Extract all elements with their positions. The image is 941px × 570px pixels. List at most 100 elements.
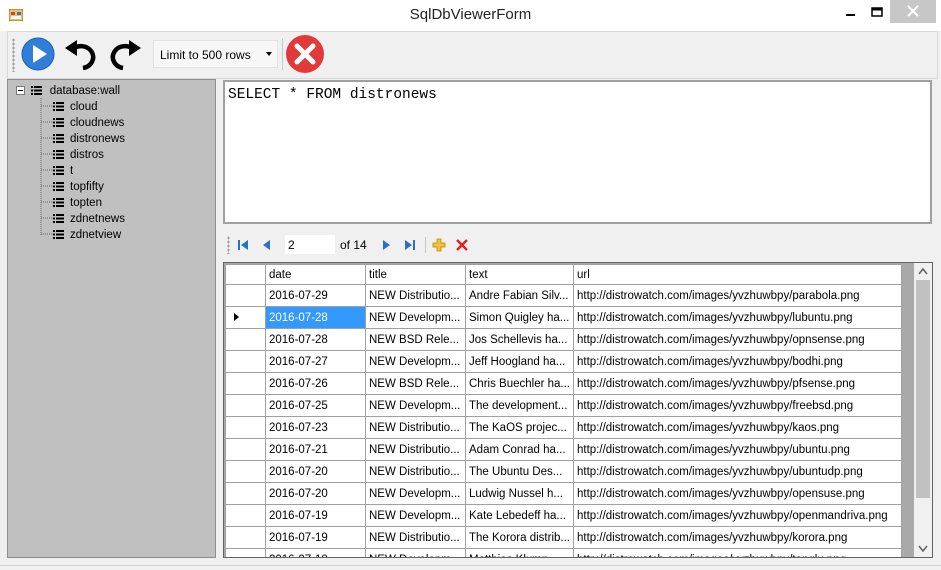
cell-url[interactable]: http://distrowatch.com/images/yvzhuwbpy/… [573, 328, 902, 351]
cell-date[interactable]: 2016-07-23 [265, 416, 366, 439]
cell-text[interactable]: Chris Buechler ha... [465, 372, 574, 395]
cell-title[interactable]: NEW Distributio... [365, 284, 466, 307]
cell-url[interactable]: http://distrowatch.com/images/yvzhuwbpy/… [573, 438, 902, 461]
maximize-icon[interactable] [864, 4, 890, 24]
table-row[interactable]: 2016-07-18NEW Developm...Matthias Klump.… [225, 548, 902, 557]
row-header[interactable] [225, 482, 266, 505]
cell-date[interactable]: 2016-07-19 [265, 526, 366, 549]
cell-url[interactable]: http://distrowatch.com/images/yvzhuwbpy/… [573, 394, 902, 417]
cell-text[interactable]: Simon Quigley ha... [465, 306, 574, 329]
redo-icon[interactable] [107, 36, 143, 72]
scroll-up-icon[interactable] [914, 263, 932, 280]
cell-date[interactable]: 2016-07-18 [265, 548, 366, 557]
table-row[interactable]: 2016-07-26 NEW BSD Rele... Chris Buechler … [225, 372, 902, 395]
table-row[interactable]: 2016-07-21 NEW Distributio... Adam Conrad … [225, 438, 902, 461]
row-header[interactable] [225, 416, 266, 439]
results-grid[interactable]: date title text url 2016-07-29 NEW Distri… [223, 262, 933, 558]
cell-text[interactable]: Ludwig Nussel h... [465, 482, 574, 505]
cell-date[interactable]: 2016-07-20 [265, 460, 366, 483]
row-header[interactable] [225, 328, 266, 351]
cell-url[interactable]: http://distrowatch.com/images/yvzhuwbpy/… [573, 504, 902, 527]
row-limit-dropdown[interactable]: Limit to 500 rows [153, 40, 278, 68]
cell-url[interactable]: http://distrowatch.com/images/yvzhuwbpy/… [573, 416, 902, 439]
move-next-icon[interactable] [378, 237, 394, 253]
table-row[interactable]: 2016-07-23 NEW Distributio... The KaOS pro… [225, 416, 902, 439]
row-header[interactable] [225, 526, 266, 549]
cell-text[interactable]: Matthias Klump... [465, 548, 574, 557]
table-row[interactable]: 2016-07-28 NEW Developm... Simon Quigley h… [225, 306, 902, 329]
tree-node-cloud[interactable]: cloud [53, 98, 98, 114]
add-new-icon[interactable] [431, 237, 447, 253]
tree-node-zdnetnews[interactable]: zdnetnews [53, 210, 125, 226]
delete-icon[interactable] [454, 237, 470, 253]
cell-date[interactable]: 2016-07-28 [265, 306, 366, 329]
cell-text[interactable]: The Ubuntu Des... [465, 460, 574, 483]
cell-url[interactable]: http://distrowatch.com/images/yvzhuwbpy/… [573, 548, 902, 557]
database-tree[interactable]: database:wall cloud cloudnews distronews di… [7, 79, 216, 558]
tree-node-topten[interactable]: topten [53, 194, 102, 210]
column-header-text[interactable]: text [465, 264, 574, 285]
cell-title[interactable]: NEW BSD Rele... [365, 328, 466, 351]
toolbar-grip[interactable] [12, 38, 15, 72]
row-header[interactable] [225, 284, 266, 307]
sql-query-editor[interactable]: SELECT * FROM distronews [223, 80, 932, 224]
grid-corner[interactable] [225, 264, 266, 285]
row-header[interactable] [225, 372, 266, 395]
cell-text[interactable]: Andre Fabian Silv... [465, 284, 574, 307]
scrollbar-thumb[interactable] [916, 280, 930, 498]
cell-title[interactable]: NEW Developm... [365, 350, 466, 373]
cell-text[interactable]: Jos Schellevis ha... [465, 328, 574, 351]
scroll-down-icon[interactable] [914, 540, 932, 557]
tree-root-node[interactable]: database:wall [16, 82, 120, 98]
cell-url[interactable]: http://distrowatch.com/images/yvzhuwbpy/… [573, 350, 902, 373]
cell-title[interactable]: NEW Distributio... [365, 526, 466, 549]
cell-title[interactable]: NEW Developm... [365, 504, 466, 527]
cell-text[interactable]: Jeff Hoogland ha... [465, 350, 574, 373]
navigator-grip[interactable] [227, 236, 230, 254]
cell-title[interactable]: NEW Distributio... [365, 460, 466, 483]
tree-node-cloudnews[interactable]: cloudnews [53, 114, 124, 130]
cell-url[interactable]: http://distrowatch.com/images/yvzhuwbpy/… [573, 460, 902, 483]
column-header-url[interactable]: url [573, 264, 902, 285]
cell-text[interactable]: The Korora distrib... [465, 526, 574, 549]
cell-date[interactable]: 2016-07-19 [265, 504, 366, 527]
sql-query-text[interactable]: SELECT * FROM distronews [228, 87, 437, 103]
cell-url[interactable]: http://distrowatch.com/images/yvzhuwbpy/… [573, 526, 902, 549]
table-row[interactable]: 2016-07-19 NEW Developm... Kate Lebedeff h… [225, 504, 902, 527]
move-previous-icon[interactable] [259, 237, 275, 253]
cell-url[interactable]: http://distrowatch.com/images/yvzhuwbpy/… [573, 284, 902, 307]
cell-url[interactable]: http://distrowatch.com/images/yvzhuwbpy/… [573, 306, 902, 329]
close-icon[interactable] [890, 0, 936, 23]
tree-node-distronews[interactable]: distronews [53, 130, 125, 146]
cell-date[interactable]: 2016-07-28 [265, 328, 366, 351]
row-header[interactable] [225, 394, 266, 417]
cell-title[interactable]: NEW Distributio... [365, 416, 466, 439]
row-header[interactable] [225, 460, 266, 483]
cell-title[interactable]: NEW Developm... [365, 548, 466, 557]
cell-text[interactable]: The development... [465, 394, 574, 417]
minimize-icon[interactable] [838, 4, 864, 24]
stop-icon[interactable] [285, 34, 325, 74]
tree-node-distros[interactable]: distros [53, 146, 104, 162]
cell-date[interactable]: 2016-07-20 [265, 482, 366, 505]
cell-date[interactable]: 2016-07-26 [265, 372, 366, 395]
table-row[interactable]: 2016-07-19 NEW Distributio... The Korora d… [225, 526, 902, 549]
cell-title[interactable]: NEW Distributio... [365, 438, 466, 461]
cell-title[interactable]: NEW Developm... [365, 394, 466, 417]
cell-title[interactable]: NEW BSD Rele... [365, 372, 466, 395]
table-row[interactable]: 2016-07-29 NEW Distributio... Andre Fabian… [225, 284, 902, 307]
tree-node-topfifty[interactable]: topfifty [53, 178, 104, 194]
cell-text[interactable]: Adam Conrad ha... [465, 438, 574, 461]
cell-text[interactable]: The KaOS projec... [465, 416, 574, 439]
position-field[interactable] [285, 235, 335, 254]
cell-date[interactable]: 2016-07-29 [265, 284, 366, 307]
column-header-title[interactable]: title [365, 264, 466, 285]
cell-date[interactable]: 2016-07-21 [265, 438, 366, 461]
column-header-date[interactable]: date [265, 264, 366, 285]
cell-title[interactable]: NEW Developm... [365, 306, 466, 329]
cell-date[interactable]: 2016-07-27 [265, 350, 366, 373]
cell-date[interactable]: 2016-07-25 [265, 394, 366, 417]
row-header[interactable] [225, 438, 266, 461]
row-header[interactable] [225, 350, 266, 373]
cell-url[interactable]: http://distrowatch.com/images/yvzhuwbpy/… [573, 372, 902, 395]
